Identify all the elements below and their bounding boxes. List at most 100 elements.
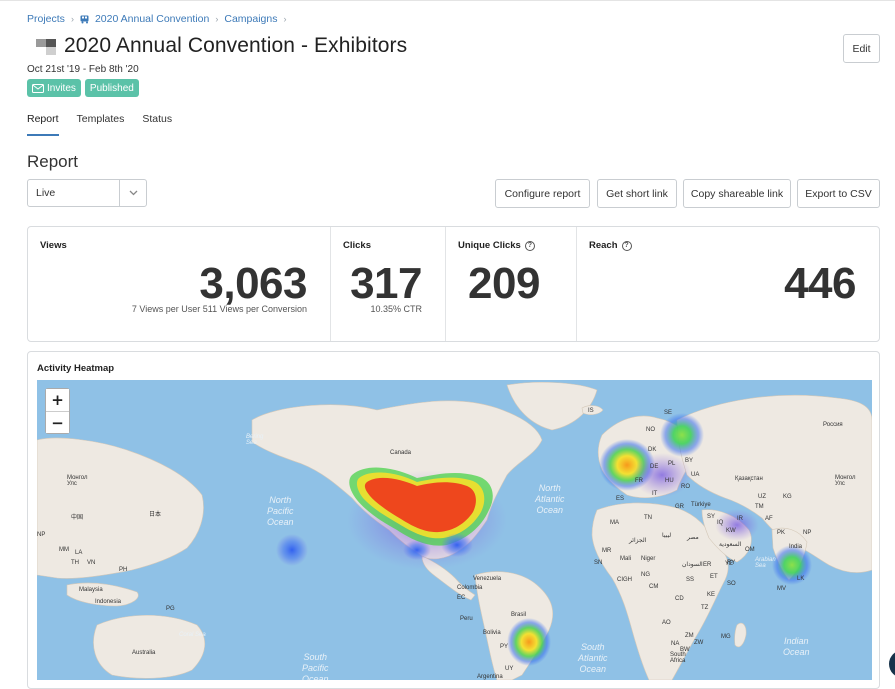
map-label: BY: [685, 458, 694, 464]
unique-clicks-label: Unique Clicks?: [458, 240, 535, 251]
reach-label: Reach?: [589, 240, 632, 251]
tab-status[interactable]: Status: [142, 113, 172, 136]
map-label: OM: [745, 547, 755, 553]
map-label: IT: [652, 491, 658, 497]
breadcrumb-separator: ›: [283, 14, 287, 24]
ocean-label-north-atlantic: North Atlantic Ocean: [535, 483, 565, 515]
configure-report-button[interactable]: Configure report: [495, 179, 590, 208]
breadcrumb-separator: ›: [70, 14, 74, 24]
map-label: FR: [635, 478, 643, 484]
map-label: MV: [777, 586, 786, 592]
map-label: IR: [737, 516, 743, 522]
map-label: ليبيا: [662, 533, 672, 539]
breadcrumb-projects[interactable]: Projects: [27, 13, 65, 25]
zoom-control: + −: [45, 388, 70, 434]
map-label: Brasil: [511, 612, 527, 618]
map-label: IS: [588, 408, 594, 414]
map-label: PH: [119, 567, 128, 573]
map-label: السودان: [682, 562, 703, 568]
map-canvas: [37, 381, 872, 680]
tab-report[interactable]: Report: [27, 113, 59, 136]
map-label: ES: [616, 496, 625, 502]
map-label: RO: [681, 484, 690, 490]
map-label: Australia: [132, 650, 156, 656]
ocean-label-indian: Indian Ocean: [783, 636, 810, 657]
map-label: GR: [675, 504, 684, 510]
map-label: MG: [721, 634, 731, 640]
campaign-type-icon: [36, 35, 58, 57]
unique-clicks-value: 209: [468, 259, 540, 308]
map-label: مصر: [687, 535, 699, 541]
map-label: KE: [707, 592, 716, 598]
map-label: UZ: [758, 494, 766, 500]
copy-shareable-link-button[interactable]: Copy shareable link: [683, 179, 791, 208]
map-label: Malaysia: [79, 587, 103, 593]
map-label: SY: [707, 514, 716, 520]
map-label: DE: [650, 464, 659, 470]
map-label: PL: [668, 461, 676, 467]
map-label: ZM: [685, 633, 694, 639]
views-stat: Views 3,063 7 Views per User 511 Views p…: [28, 227, 331, 341]
map-label: South Africa: [670, 652, 686, 664]
breadcrumb-campaigns[interactable]: Campaigns: [224, 13, 277, 25]
map-label: NO: [646, 427, 655, 433]
map-label: MA: [610, 520, 619, 526]
campaign-dates: Oct 21st '19 - Feb 8th '20: [27, 64, 139, 75]
breadcrumb-event[interactable]: 2020 Annual Convention: [95, 13, 209, 25]
chevron-down-icon[interactable]: [119, 180, 146, 206]
map-label: EC: [457, 595, 466, 601]
map-label: CI: [617, 577, 623, 583]
ocean-label-south-atlantic: South Atlantic Ocean: [578, 642, 608, 674]
page-header: 2020 Annual Convention - Exhibitors: [36, 34, 407, 58]
map-label: MR: [602, 548, 612, 554]
map-label: Россия: [823, 422, 843, 428]
map-label: Indonesia: [95, 599, 122, 605]
map-label: ZW: [694, 640, 704, 646]
map-label: ET: [710, 574, 718, 580]
edit-button[interactable]: Edit: [843, 34, 880, 63]
clicks-value: 317: [350, 259, 422, 308]
map-label: SS: [686, 577, 695, 583]
help-chat-launcher[interactable]: [889, 650, 895, 678]
zoom-in-button[interactable]: +: [46, 389, 69, 411]
zoom-out-button[interactable]: −: [46, 411, 69, 433]
map-label: السعودية: [719, 542, 742, 548]
map-label: Colombia: [457, 585, 483, 591]
map-label: SN: [594, 560, 603, 566]
map-label: TH: [71, 560, 79, 566]
bus-icon: [80, 15, 91, 24]
envelope-icon: [32, 83, 44, 93]
map-label: TN: [644, 515, 652, 521]
map-label: UA: [691, 472, 700, 478]
heatmap-title: Activity Heatmap: [37, 363, 115, 374]
get-short-link-button[interactable]: Get short link: [597, 179, 677, 208]
map-label: Türkiye: [691, 502, 711, 508]
tab-templates[interactable]: Templates: [77, 113, 125, 136]
world-map[interactable]: North Pacific Ocean North Atlantic Ocean…: [37, 380, 872, 680]
sea-label-coral: Coral Sea: [179, 632, 206, 638]
map-label: TZ: [701, 605, 709, 611]
ocean-label-south-pacific: South Pacific Ocean: [302, 652, 329, 680]
map-label: Canada: [390, 450, 412, 456]
map-label: VN: [87, 560, 96, 566]
tab-bar: Report Templates Status: [27, 113, 172, 136]
sea-label-bering: Bering Sea: [246, 434, 264, 446]
export-csv-button[interactable]: Export to CSV: [797, 179, 880, 208]
help-icon[interactable]: ?: [621, 240, 632, 251]
map-label: NP: [803, 530, 812, 536]
help-icon[interactable]: ?: [524, 240, 535, 251]
map-label: CD: [675, 596, 684, 602]
map-label: الجزائر: [629, 538, 647, 544]
map-label: MM: [59, 547, 69, 553]
status-badges: Invites Published: [27, 79, 139, 97]
unique-clicks-stat: Unique Clicks? 209: [446, 227, 577, 341]
sea-label-arabian: Arabian Sea: [755, 557, 776, 569]
map-label: PG: [166, 606, 175, 612]
reach-value: 446: [784, 259, 856, 308]
published-badge-label: Published: [89, 82, 134, 94]
report-mode-select[interactable]: Live: [27, 179, 147, 207]
map-label: Argentina: [477, 674, 503, 680]
map-label: LA: [75, 550, 83, 556]
breadcrumb-separator: ›: [215, 14, 219, 24]
activity-heatmap-card: Activity Heatmap North Pacific Ocean Nor…: [27, 351, 880, 689]
